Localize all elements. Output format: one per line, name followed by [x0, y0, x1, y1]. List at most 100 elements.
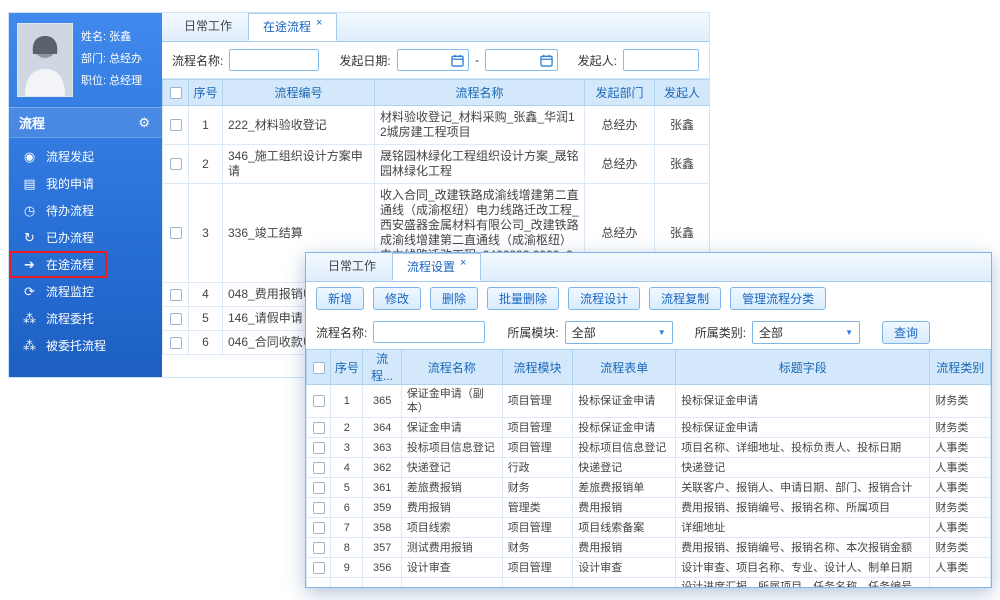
gear-icon[interactable]: ⚙: [138, 115, 150, 131]
process-design-button[interactable]: 流程设计: [568, 287, 640, 310]
table-row[interactable]: 5361差旅费报销财务差旅费报销单关联客户、报销人、申请日期、部门、报销合计人事…: [307, 478, 991, 498]
table-row[interactable]: 1365保证金申请（副本）项目管理投标保证金申请投标保证金申请财务类: [307, 385, 991, 418]
cell-process-code: 361: [363, 478, 401, 498]
cell-module: 财务: [502, 478, 573, 498]
table-row[interactable]: 2346_施工组织设计方案申请晟铭园林绿化工程组织设计方案_晟铭园林绿化工程总经…: [163, 145, 710, 184]
row-checkbox[interactable]: [313, 422, 325, 434]
table-row[interactable]: 2364保证金申请项目管理投标保证金申请投标保证金申请财务类: [307, 418, 991, 438]
cell-form: 设计审查: [573, 558, 676, 578]
w1-process-name-label: 流程名称:: [172, 52, 223, 69]
row-checkbox[interactable]: [170, 337, 182, 349]
column-header[interactable]: 流程名称: [401, 350, 502, 385]
search-button[interactable]: 查询: [882, 321, 930, 344]
sidebar-title: 流程: [19, 113, 45, 132]
table-row[interactable]: 1222_材料验收登记材料验收登记_材料采购_张鑫_华润12城房建工程项目总经办…: [163, 106, 710, 145]
w1-process-name-input[interactable]: [229, 49, 319, 71]
w1-initiator-input[interactable]: [623, 49, 699, 71]
table-row[interactable]: 6359费用报销管理类费用报销费用报销、报销编号、报销名称、所属项目财务类: [307, 498, 991, 518]
cell-form: 投标项目信息登记: [573, 438, 676, 458]
delete-button[interactable]: 删除: [430, 287, 478, 310]
sidebar-item-my-applications[interactable]: ▤我的申请: [9, 170, 162, 197]
w1-date-separator: -: [475, 53, 479, 67]
w1-tab-in-transit[interactable]: 在途流程×: [248, 13, 337, 41]
column-header[interactable]: 流程编号: [223, 80, 375, 106]
w2-table-body: 1365保证金申请（副本）项目管理投标保证金申请投标保证金申请财务类2364保证…: [307, 385, 991, 589]
row-checkbox[interactable]: [313, 562, 325, 574]
calendar-icon[interactable]: [451, 54, 464, 67]
column-header[interactable]: 发起人: [655, 80, 710, 106]
row-checkbox[interactable]: [313, 542, 325, 554]
column-header[interactable]: 流程模块: [502, 350, 573, 385]
column-header[interactable]: 序号: [331, 350, 363, 385]
column-header[interactable]: 序号: [189, 80, 223, 106]
w2-table-head: 序号流程...流程名称流程模块流程表单标题字段流程类别: [307, 350, 991, 385]
row-checkbox[interactable]: [170, 119, 182, 131]
table-row[interactable]: 4362快递登记行政快递登记快递登记人事类: [307, 458, 991, 478]
w1-start-date-label: 发起日期:: [339, 52, 390, 69]
row-checkbox[interactable]: [170, 289, 182, 301]
cell-process-code: 359: [363, 498, 401, 518]
calendar-icon[interactable]: [540, 54, 553, 67]
row-checkbox[interactable]: [313, 442, 325, 454]
sidebar-item-process-initiate[interactable]: ◉流程发起: [9, 143, 162, 170]
row-checkbox[interactable]: [313, 395, 325, 407]
cell-process-name: 设计进度汇报: [401, 578, 502, 589]
modify-button[interactable]: 修改: [373, 287, 421, 310]
cell-title-field: 快递登记: [676, 458, 930, 478]
manage-process-category-button[interactable]: 管理流程分类: [730, 287, 826, 310]
add-button[interactable]: 新增: [316, 287, 364, 310]
sidebar-item-process-monitoring[interactable]: ⟳流程监控: [9, 278, 162, 305]
row-checkbox[interactable]: [313, 502, 325, 514]
column-header[interactable]: 流程类别: [930, 350, 991, 385]
close-icon[interactable]: ×: [316, 12, 322, 37]
row-checkbox[interactable]: [313, 462, 325, 474]
row-checkbox[interactable]: [170, 313, 182, 325]
sidebar-item-pending-processes[interactable]: ◷待办流程: [9, 197, 162, 224]
w2-process-name-input[interactable]: [373, 321, 485, 343]
cell-department: 总经办: [585, 145, 655, 184]
table-row[interactable]: 7358项目线索项目管理项目线索备案详细地址人事类: [307, 518, 991, 538]
w1-date-from-input[interactable]: [397, 49, 469, 71]
select-all-checkbox[interactable]: [313, 362, 325, 374]
column-header[interactable]: 流程表单: [573, 350, 676, 385]
table-row[interactable]: 9356设计审查项目管理设计审查设计审查、项目名称、专业、设计人、制单日期人事类: [307, 558, 991, 578]
w2-tab-daily-work[interactable]: 日常工作: [314, 253, 390, 281]
cell-seq: 3: [189, 184, 223, 283]
row-checkbox[interactable]: [170, 158, 182, 170]
cell-category: 人事类: [930, 438, 991, 458]
close-icon[interactable]: ×: [460, 252, 466, 277]
cell-title-field: 费用报销、报销编号、报销名称、所属项目: [676, 498, 930, 518]
sidebar-item-process-delegation[interactable]: ⁂流程委托: [9, 305, 162, 332]
row-checkbox[interactable]: [313, 522, 325, 534]
select-all-checkbox[interactable]: [170, 87, 182, 99]
column-header[interactable]: 标题字段: [676, 350, 930, 385]
w2-module-select[interactable]: 全部 ▼: [565, 321, 673, 344]
w1-tab-daily-work[interactable]: 日常工作: [170, 13, 246, 41]
cell-process-code: 363: [363, 438, 401, 458]
w1-date-to-input[interactable]: [485, 49, 557, 71]
w2-table: 序号流程...流程名称流程模块流程表单标题字段流程类别 1365保证金申请（副本…: [306, 349, 991, 588]
row-checkbox[interactable]: [313, 482, 325, 494]
table-row[interactable]: 8357测试费用报销财务费用报销费用报销、报销编号、报销名称、本次报销金额财务类: [307, 538, 991, 558]
column-header[interactable]: 发起部门: [585, 80, 655, 106]
w2-module-value: 全部: [572, 324, 596, 341]
sidebar-item-completed-processes[interactable]: ↻已办流程: [9, 224, 162, 251]
sidebar-item-in-transit-processes[interactable]: ➔在途流程: [9, 251, 107, 278]
row-checkbox[interactable]: [170, 227, 182, 239]
w2-category-select[interactable]: 全部 ▼: [752, 321, 860, 344]
cell-seq: 1: [189, 106, 223, 145]
w2-tab-process-settings[interactable]: 流程设置×: [392, 253, 481, 281]
table-row[interactable]: 3363投标项目信息登记项目管理投标项目信息登记项目名称、详细地址、投标负责人、…: [307, 438, 991, 458]
chevron-down-icon: ▼: [845, 328, 853, 337]
table-row[interactable]: 10355设计进度汇报项目管理设计进度汇报设计进度汇报、所属项目、任务名称、任务…: [307, 578, 991, 589]
sidebar-item-delegated-processes[interactable]: ⁂被委托流程: [9, 332, 162, 359]
column-header[interactable]: 流程名称: [375, 80, 585, 106]
cell-module: 项目管理: [502, 518, 573, 538]
cell-module: 项目管理: [502, 558, 573, 578]
process-copy-button[interactable]: 流程复制: [649, 287, 721, 310]
batch-delete-button[interactable]: 批量删除: [487, 287, 559, 310]
column-header[interactable]: 流程...: [363, 350, 401, 385]
w2-process-name-label: 流程名称:: [316, 324, 367, 341]
chevron-down-icon: ▼: [658, 328, 666, 337]
sidebar: 姓名: 张鑫 部门: 总经办 职位: 总经理 流程 ⚙ ◉流程发起▤我的申请◷待…: [9, 13, 162, 377]
